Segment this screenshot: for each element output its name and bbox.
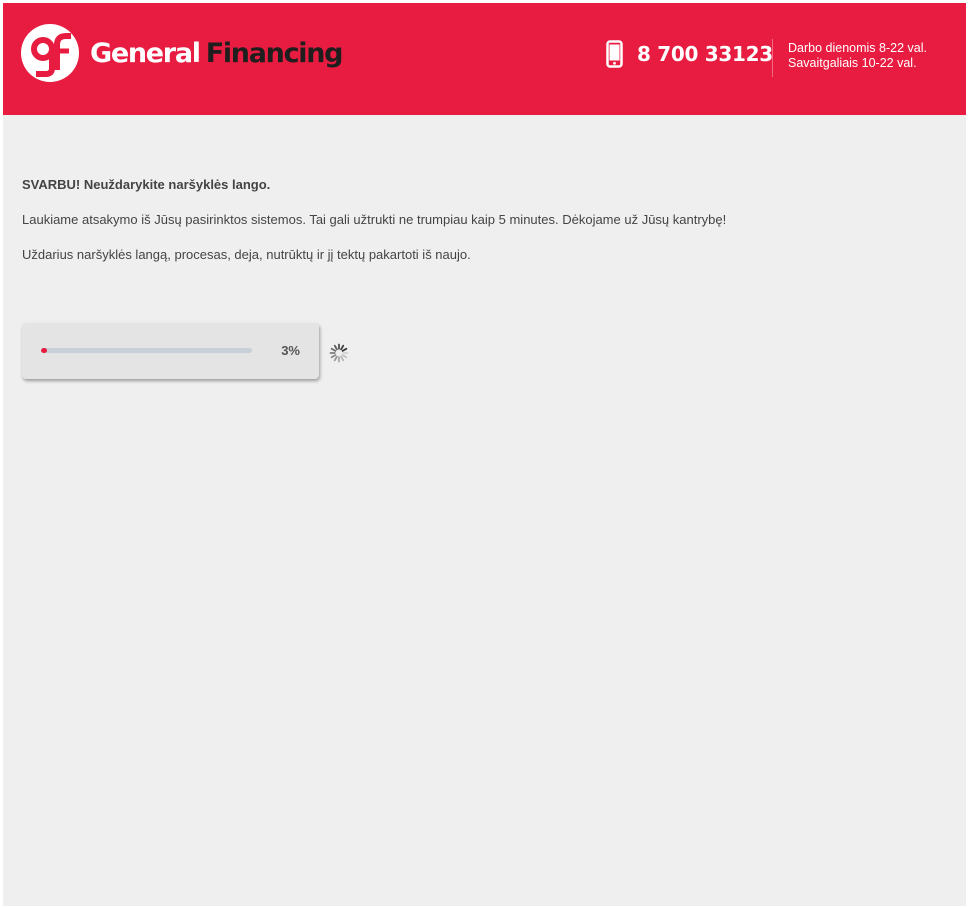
hours-weekends: Savaitgaliais 10-22 val. [788,56,917,70]
spinner-tick [341,354,348,359]
warning-message: Uždarius naršyklės langą, procesas, deja… [22,247,471,262]
progress-panel: 3% [22,323,319,379]
waiting-message: Laukiame atsakymo iš Jūsų pasirinktos si… [22,212,727,227]
header: gf General Financing 8 700 33123 Darbo di… [3,3,966,115]
mobile-phone-icon [606,40,623,68]
working-hours: Darbo dienomis 8-22 val. Savaitgaliais 1… [788,41,927,71]
header-divider [772,39,773,77]
gf-logo-icon: gf [21,24,79,82]
progress-bar-fill [41,348,48,353]
spinner-tick [340,355,345,362]
spinner-tick [333,344,338,351]
progress-bar [41,348,252,353]
spinner-tick [333,355,338,362]
spinner-tick [341,347,348,352]
progress-percentage: 3% [281,343,300,358]
phone-number[interactable]: 8 700 33123 [637,42,773,66]
logo[interactable]: gf General Financing [21,24,344,82]
spinner-tick [330,354,337,359]
spinner-tick [330,347,337,352]
brand-name: General Financing [90,37,344,69]
loading-spinner-icon [329,343,349,363]
phone-contact[interactable]: 8 700 33123 [606,40,773,68]
svg-text:gf: gf [21,24,23,25]
brand-word-financing: Financing [205,37,344,69]
page-frame: gf General Financing 8 700 33123 Darbo di… [3,3,966,906]
brand-word-general: General [90,37,201,69]
important-notice: SVARBU! Neuždarykite naršyklės lango. [22,177,271,192]
spinner-tick [340,344,345,351]
hours-weekdays: Darbo dienomis 8-22 val. [788,41,927,55]
